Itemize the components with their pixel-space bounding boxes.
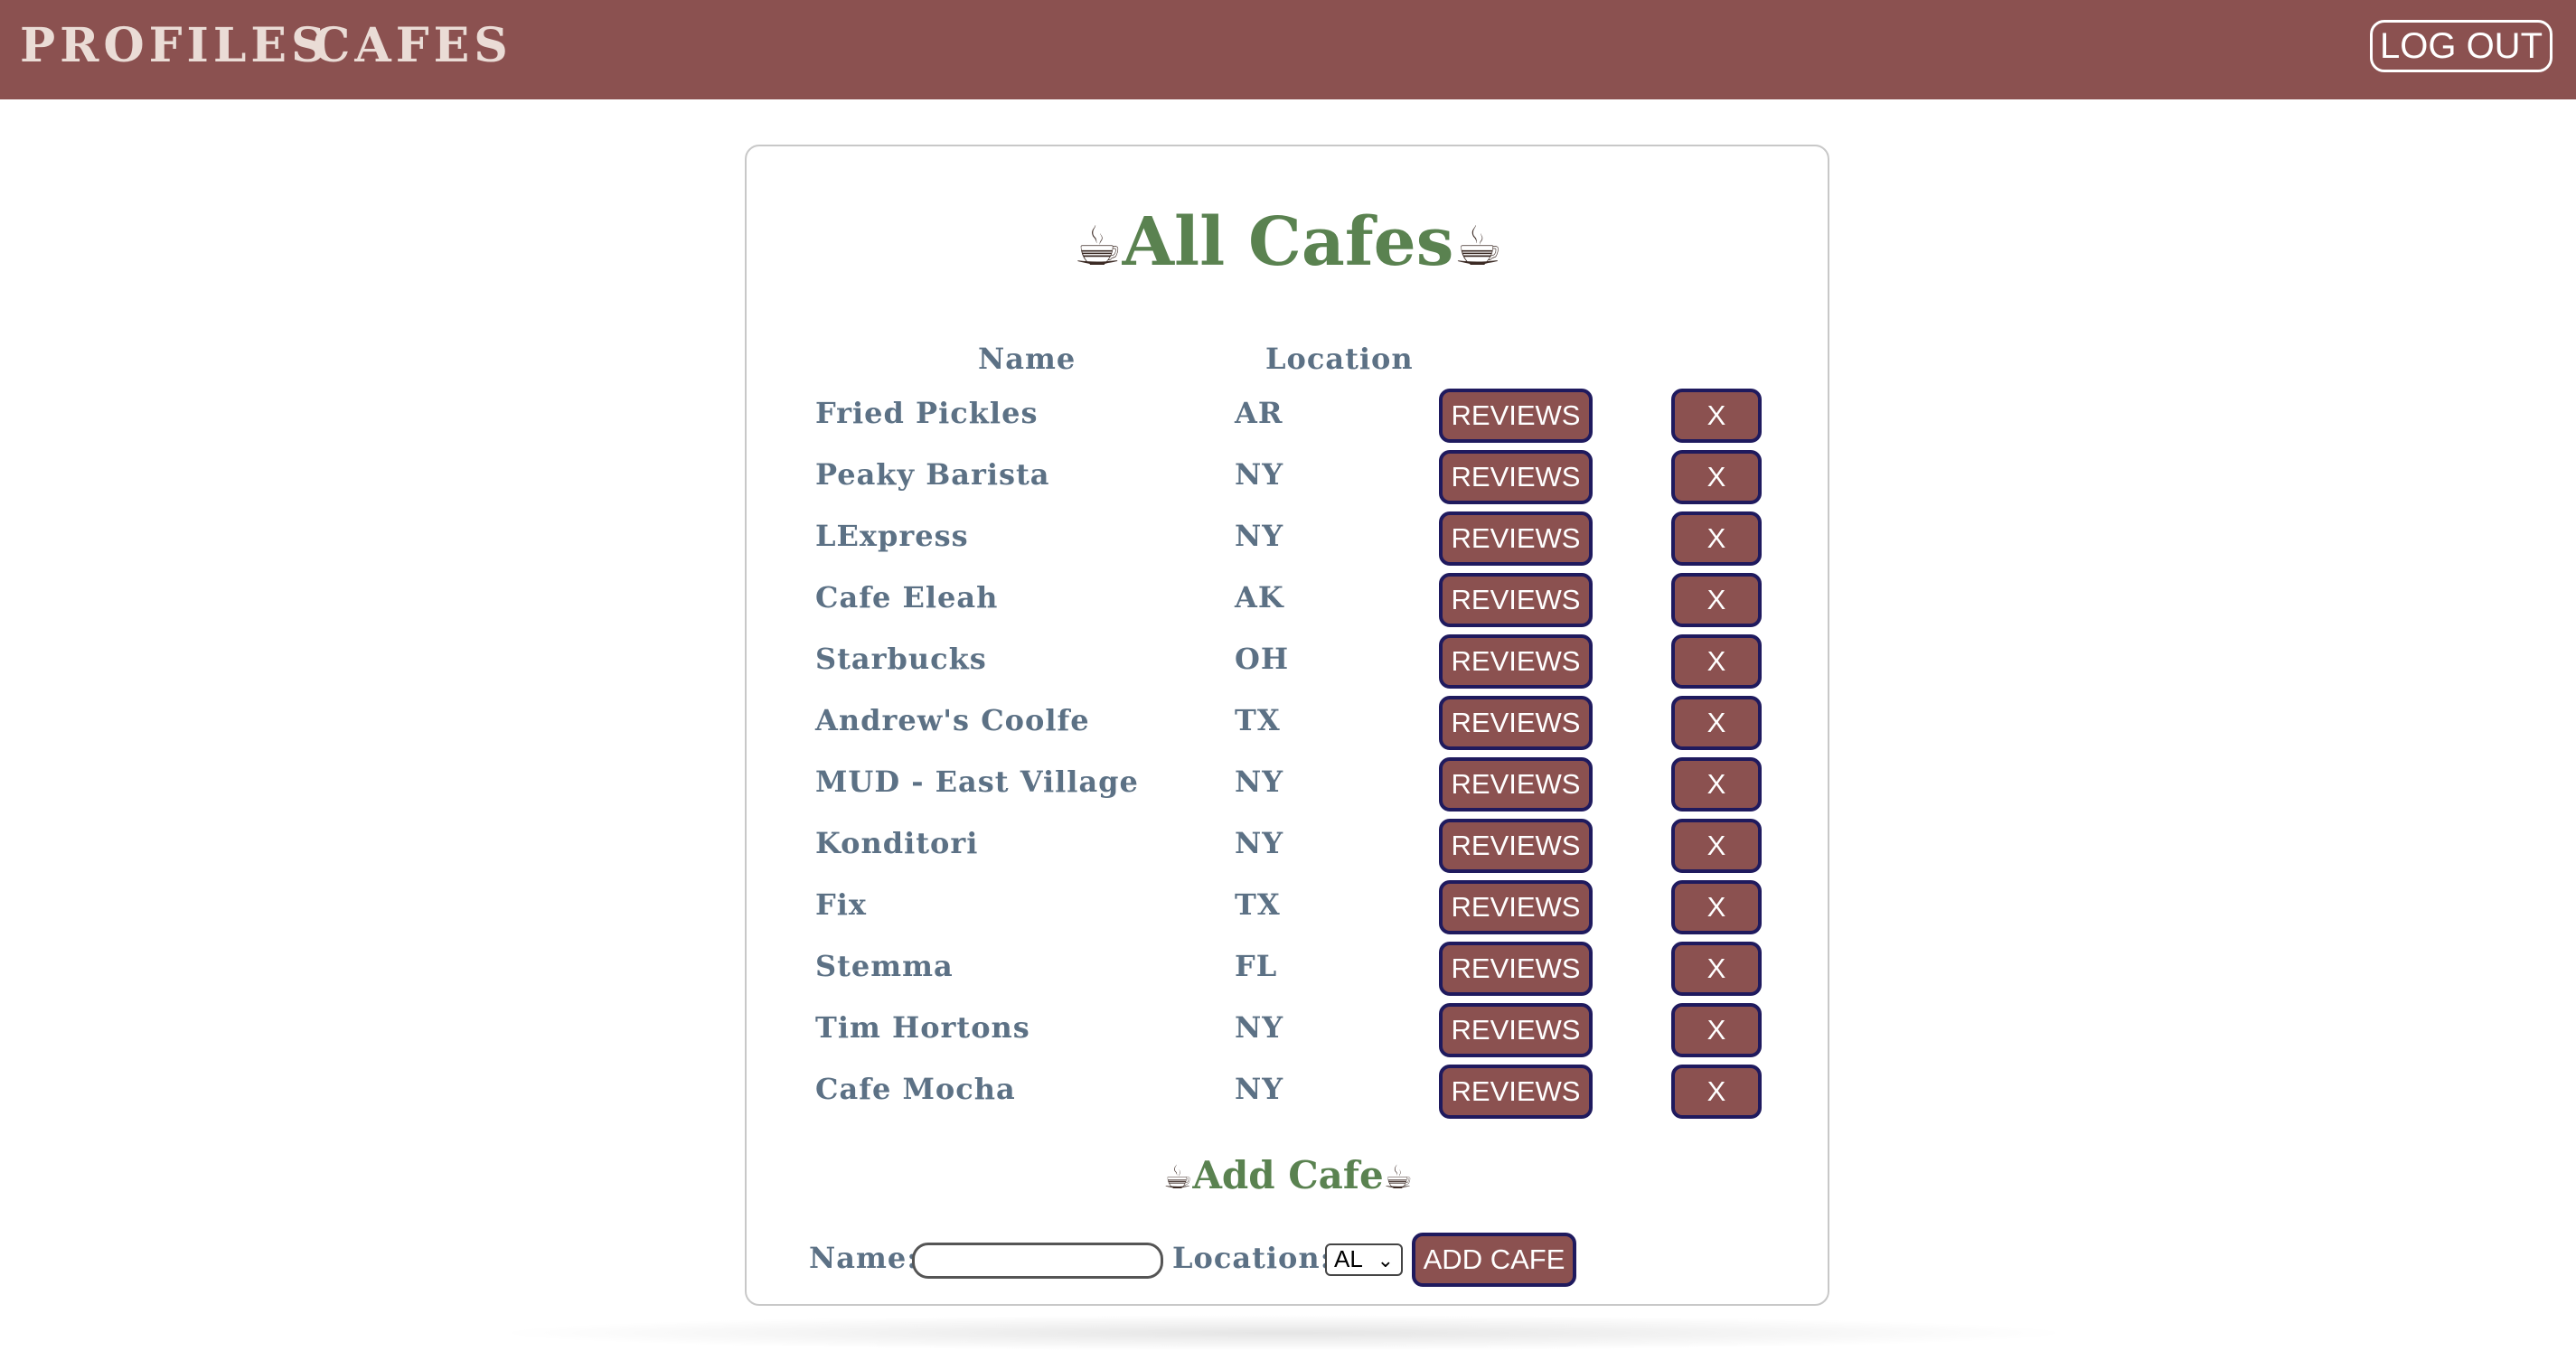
page-title: ☕All Cafes☕ <box>0 203 2576 281</box>
coffee-cup-icon: ☕ <box>1073 215 1123 278</box>
location-label: Location: <box>1172 1241 1332 1275</box>
table-row: Cafe Mocha NY REVIEWS X <box>0 1065 2576 1121</box>
reviews-button[interactable]: REVIEWS <box>1439 511 1593 566</box>
cafe-name: Fix <box>815 887 867 922</box>
reviews-button[interactable]: REVIEWS <box>1439 634 1593 689</box>
cafe-location: NY <box>1235 457 1284 492</box>
table-row: Konditori NY REVIEWS X <box>0 819 2576 875</box>
delete-cafe-button[interactable]: X <box>1671 1003 1762 1057</box>
page-title-text: All Cafes <box>1122 203 1454 281</box>
table-row: Starbucks OH REVIEWS X <box>0 634 2576 690</box>
cafe-name: Starbucks <box>815 642 987 676</box>
delete-cafe-button[interactable]: X <box>1671 389 1762 443</box>
cafe-name: Fried Pickles <box>815 396 1039 430</box>
table-row: Cafe Eleah AK REVIEWS X <box>0 573 2576 629</box>
delete-cafe-button[interactable]: X <box>1671 696 1762 750</box>
logout-button[interactable]: LOG OUT <box>2370 20 2552 72</box>
cafe-name: MUD - East Village <box>815 765 1139 799</box>
reviews-button[interactable]: REVIEWS <box>1439 450 1593 504</box>
delete-cafe-button[interactable]: X <box>1671 573 1762 627</box>
reviews-button[interactable]: REVIEWS <box>1439 389 1593 443</box>
cafe-location: NY <box>1235 519 1284 553</box>
delete-cafe-button[interactable]: X <box>1671 511 1762 566</box>
cafe-name: LExpress <box>815 519 969 553</box>
delete-cafe-button[interactable]: X <box>1671 757 1762 812</box>
column-header-name: Name <box>978 342 1076 376</box>
cafe-location: FL <box>1235 949 1278 983</box>
nav-cafes-link[interactable]: CAFES <box>313 18 512 73</box>
chevron-down-icon: ⌄ <box>1377 1249 1394 1271</box>
cafe-name: Stemma <box>815 949 954 983</box>
coffee-cup-icon: ☕ <box>1163 1159 1193 1196</box>
cafe-name: Tim Hortons <box>815 1010 1030 1045</box>
cafe-name: Konditori <box>815 826 979 860</box>
table-row: Peaky Barista NY REVIEWS X <box>0 450 2576 506</box>
cafe-name: Cafe Mocha <box>815 1072 1016 1106</box>
add-cafe-button[interactable]: ADD CAFE <box>1412 1233 1576 1287</box>
reviews-button[interactable]: REVIEWS <box>1439 696 1593 750</box>
location-select-value: AL <box>1334 1245 1363 1272</box>
top-nav-bar: PROFILES CAFES LOG OUT <box>0 0 2576 99</box>
nav-profiles-link[interactable]: PROFILES <box>20 18 330 73</box>
reviews-button[interactable]: REVIEWS <box>1439 942 1593 996</box>
cafe-name: Cafe Eleah <box>815 580 999 615</box>
table-row: Tim Hortons NY REVIEWS X <box>0 1003 2576 1059</box>
cafe-location: TX <box>1235 703 1281 737</box>
reviews-button[interactable]: REVIEWS <box>1439 1003 1593 1057</box>
delete-cafe-button[interactable]: X <box>1671 880 1762 934</box>
reviews-button[interactable]: REVIEWS <box>1439 573 1593 627</box>
add-cafe-heading: ☕Add Cafe☕ <box>0 1153 2576 1197</box>
cafe-name-input[interactable] <box>912 1243 1163 1279</box>
delete-cafe-button[interactable]: X <box>1671 634 1762 689</box>
cafe-location: NY <box>1235 1010 1284 1045</box>
add-cafe-heading-text: Add Cafe <box>1192 1153 1384 1197</box>
table-row: Andrew's Coolfe TX REVIEWS X <box>0 696 2576 752</box>
name-label: Name: <box>809 1241 919 1275</box>
delete-cafe-button[interactable]: X <box>1671 450 1762 504</box>
table-row: Stemma FL REVIEWS X <box>0 942 2576 998</box>
cafe-location: TX <box>1235 887 1281 922</box>
delete-cafe-button[interactable]: X <box>1671 819 1762 873</box>
table-row: MUD - East Village NY REVIEWS X <box>0 757 2576 813</box>
reviews-button[interactable]: REVIEWS <box>1439 757 1593 812</box>
delete-cafe-button[interactable]: X <box>1671 942 1762 996</box>
table-row: LExpress NY REVIEWS X <box>0 511 2576 568</box>
cafe-location: AK <box>1235 580 1284 615</box>
reviews-button[interactable]: REVIEWS <box>1439 1065 1593 1119</box>
reviews-button[interactable]: REVIEWS <box>1439 819 1593 873</box>
table-row: Fix TX REVIEWS X <box>0 880 2576 936</box>
cafe-location: AR <box>1235 396 1283 430</box>
cafe-name: Andrew's Coolfe <box>815 703 1090 737</box>
cafe-name: Peaky Barista <box>815 457 1050 492</box>
reviews-button[interactable]: REVIEWS <box>1439 880 1593 934</box>
cafe-location: NY <box>1235 826 1284 860</box>
cafe-location: NY <box>1235 765 1284 799</box>
column-header-location: Location <box>1265 342 1414 376</box>
location-select[interactable]: AL ⌄ <box>1325 1243 1403 1276</box>
cafe-location: OH <box>1235 642 1290 676</box>
card-shadow <box>488 1315 2079 1351</box>
cafe-location: NY <box>1235 1072 1284 1106</box>
delete-cafe-button[interactable]: X <box>1671 1065 1762 1119</box>
coffee-cup-icon: ☕ <box>1453 215 1503 278</box>
coffee-cup-icon: ☕ <box>1383 1159 1413 1196</box>
table-row: Fried Pickles AR REVIEWS X <box>0 389 2576 445</box>
